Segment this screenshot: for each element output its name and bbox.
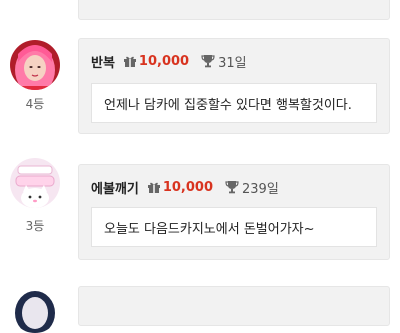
avatar-image-partial (10, 283, 60, 333)
comment-text: 언제나 담카에 집중할수 있다면 행복할것이다. (104, 97, 352, 113)
entry-meta: 에볼깨기 10,000 239일 (91, 177, 279, 197)
nickname[interactable]: 에볼깨기 (91, 178, 139, 197)
avatar[interactable] (10, 40, 60, 90)
comment-card (78, 286, 390, 326)
trophy-icon (201, 55, 215, 68)
points-value: 10,000 (162, 179, 214, 195)
comment-box: 오늘도 다음드카지노에서 돈벌어가자~ (91, 207, 377, 247)
comment-text: 오늘도 다음드카지노에서 돈벌어가자~ (104, 221, 315, 237)
comment-card: 에볼깨기 10,000 239일 오늘도 다음드카지노에서 돈벌어가자~ (78, 164, 390, 260)
avatar-image-cat-character (10, 158, 60, 208)
entry-meta: 반복 10,000 31일 (91, 51, 247, 71)
nickname[interactable]: 반복 (91, 52, 115, 71)
comment-card-previous (78, 0, 390, 20)
days-value: 31일 (218, 55, 247, 71)
rank-label: 3등 (25, 219, 45, 233)
comment-card: 반복 10,000 31일 언제나 담카에 집중할수 있다면 행복할것이다. (78, 38, 390, 134)
ranking-list: 4등 반복 10,000 31일 언제나 담카에 집중할수 있다면 행복할것이다… (0, 0, 400, 333)
gift-icon (123, 56, 136, 67)
points-value: 10,000 (138, 53, 190, 69)
avatar[interactable] (10, 283, 60, 333)
avatar[interactable] (10, 158, 60, 208)
days-value: 239일 (242, 181, 279, 197)
trophy-icon (225, 181, 239, 194)
gift-icon (147, 182, 160, 193)
comment-box: 언제나 담카에 집중할수 있다면 행복할것이다. (91, 83, 377, 123)
avatar-image-pink-hair (10, 40, 60, 90)
rank-label: 4등 (25, 97, 45, 111)
